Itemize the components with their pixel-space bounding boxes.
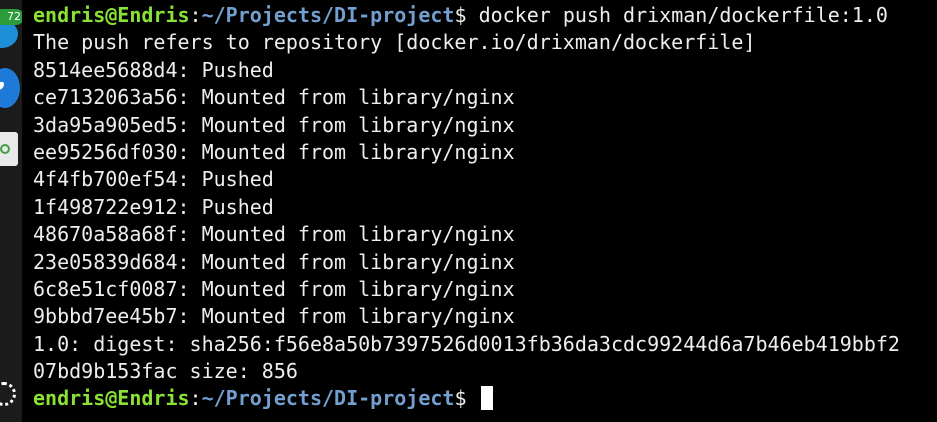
docker-icon[interactable]	[0, 68, 20, 108]
text-cursor	[480, 386, 493, 411]
output-line: The push refers to repository [docker.io…	[33, 30, 756, 55]
prompt-user: endris@Endris	[33, 3, 190, 27]
recycle-icon	[0, 144, 10, 154]
output-line: 1f498722e912: Pushed	[33, 194, 274, 219]
notification-badge: 72	[0, 9, 22, 25]
trash-icon[interactable]	[0, 132, 18, 166]
output-line: 9bbbd7ee45b7: Mounted from library/nginx	[33, 304, 515, 329]
output-line: 1.0: digest: sha256:f56e8a50b7397526d001…	[33, 331, 900, 356]
screen: 72 endris@Endris:~/Projects/DI-project$ …	[0, 0, 937, 422]
output-line: ce7132063a56: Mounted from library/nginx	[33, 85, 515, 110]
prompt-line[interactable]: endris@Endris:~/Projects/DI-project$	[33, 385, 937, 412]
output-line: 8514ee5688d4: Pushed	[33, 57, 274, 82]
output-line: 23e05839d684: Mounted from library/nginx	[33, 249, 515, 274]
prompt-path: ~/Projects/DI-project	[201, 3, 455, 27]
output-line: 48670a58a68f: Mounted from library/nginx	[33, 222, 515, 247]
prompt-user: endris@Endris	[33, 386, 190, 411]
prompt-path: ~/Projects/DI-project	[201, 386, 455, 411]
dock: 72	[0, 0, 22, 422]
terminal[interactable]: endris@Endris:~/Projects/DI-project$ doc…	[22, 0, 937, 422]
command-line: endris@Endris:~/Projects/DI-project$ doc…	[33, 2, 937, 29]
prompt-symbol: $	[454, 3, 479, 27]
output-line: 4f4fb700ef54: Pushed	[33, 167, 274, 192]
output-line: ee95256df030: Mounted from library/nginx	[33, 139, 515, 164]
show-apps-icon[interactable]	[0, 382, 16, 406]
output-line: 3da95a905ed5: Mounted from library/nginx	[33, 112, 515, 137]
output-line: 6c8e51cf0087: Mounted from library/nginx	[33, 276, 515, 301]
command-text: docker push drixman/dockerfile:1.0	[478, 3, 888, 27]
prompt-symbol: $	[454, 386, 479, 411]
prompt-colon: :	[189, 3, 202, 27]
output-line: 07bd9b153fac size: 856	[33, 359, 298, 384]
prompt-colon: :	[189, 386, 202, 411]
whale-icon	[0, 82, 4, 90]
